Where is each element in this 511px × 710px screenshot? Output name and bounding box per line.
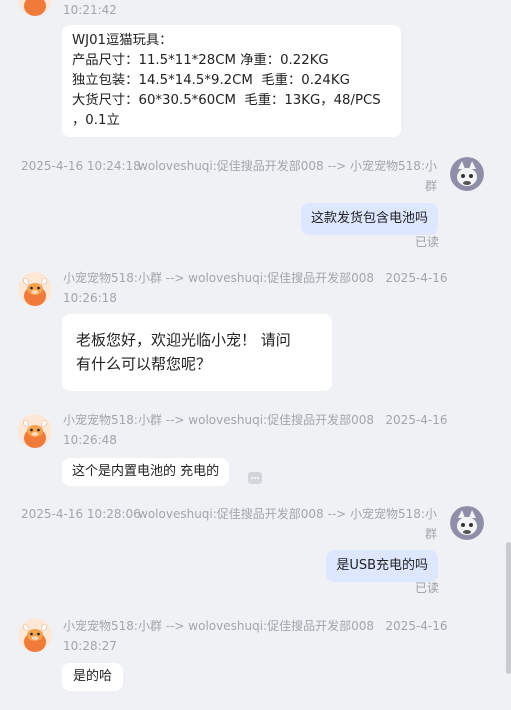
message-header: 小宠宠物518:小群 --> woloveshuqi:促佳搜品开发部008 20… — [63, 271, 448, 285]
scrollbar-thumb[interactable] — [506, 542, 511, 674]
message-bubble[interactable]: 这个是内置电池的 充电的 — [62, 458, 230, 486]
message-bubble[interactable]: 这款发货包含电池吗 — [300, 203, 438, 235]
message-bubble[interactable]: 是USB充电的吗 — [326, 550, 438, 582]
message-line: 大货尺寸：60*30.5*60CM 毛重：13KG，48/PCS — [72, 93, 381, 108]
message-header: 小宠宠物518:小群 --> woloveshuqi:促佳搜品开发部008 20… — [63, 413, 448, 427]
more-options-icon[interactable] — [248, 472, 262, 484]
message-header: 小宠宠物518:小群 --> woloveshuqi:促佳搜品开发部008 20… — [63, 619, 448, 633]
message-route: woloveshuqi:促佳搜品开发部008 --> 小宠宠物518:小 — [138, 159, 437, 173]
read-status: 已读 — [414, 235, 439, 249]
agent-avatar-icon[interactable] — [18, 0, 52, 16]
message-timestamp: 10:26:18 — [63, 291, 117, 305]
agent-avatar-icon[interactable] — [18, 272, 52, 306]
message-timestamp: 10:26:48 — [63, 433, 117, 447]
message-line: ，0.1立 — [72, 113, 120, 128]
message-line: 产品尺寸：11.5*11*28CM 净重：0.22KG — [72, 53, 329, 68]
agent-avatar-icon[interactable] — [18, 414, 52, 448]
read-status: 已读 — [414, 581, 439, 595]
message-timestamp: 10:21:42 — [63, 3, 117, 17]
user-avatar-icon[interactable] — [450, 506, 484, 540]
message-timestamp: 10:28:27 — [63, 639, 117, 653]
message-line: 老板您好，欢迎光临小宠！ 请问 — [76, 331, 291, 349]
message-timestamp: 2025-4-16 10:28:06 — [21, 507, 141, 521]
message-bubble[interactable]: 老板您好，欢迎光临小宠！ 请问 有什么可以帮您呢？ — [62, 314, 332, 391]
message-route: 群 — [424, 179, 437, 193]
message-bubble[interactable]: 是的哈 — [62, 663, 124, 691]
message-route: 群 — [424, 527, 437, 541]
message-line: 有什么可以帮您呢？ — [76, 355, 212, 373]
message-timestamp: 2025-4-16 10:24:18 — [21, 159, 141, 173]
message-line: 独立包装：14.5*14.5*9.2CM 毛重：0.24KG — [72, 73, 350, 88]
message-route: woloveshuqi:促佳搜品开发部008 --> 小宠宠物518:小 — [138, 507, 437, 521]
agent-avatar-icon[interactable] — [18, 618, 52, 652]
user-avatar-icon[interactable] — [450, 157, 484, 191]
message-line: WJ01逗猫玩具： — [72, 33, 173, 48]
message-bubble[interactable]: WJ01逗猫玩具： 产品尺寸：11.5*11*28CM 净重：0.22KG 独立… — [62, 25, 401, 137]
